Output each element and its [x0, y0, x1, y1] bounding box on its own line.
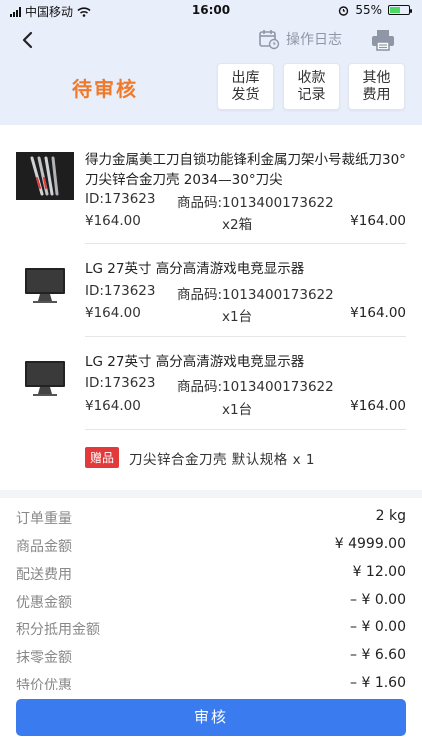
- operation-log-label: 操作日志: [286, 32, 342, 48]
- item-divider: [85, 429, 406, 430]
- printer-icon[interactable]: [370, 28, 396, 52]
- summary-label: 配送费用: [16, 567, 72, 583]
- item-divider: [85, 243, 406, 244]
- section-divider: [0, 490, 422, 498]
- battery-percent: 55%: [355, 3, 382, 17]
- item-id: ID:173623: [85, 191, 156, 207]
- item-divider: [85, 336, 406, 337]
- battery-icon: [388, 5, 412, 15]
- summary-row-weight: 订单重量 2 kg: [16, 508, 406, 528]
- summary-value: 2 kg: [375, 508, 406, 524]
- payment-record-button[interactable]: 收款 记录: [283, 63, 340, 110]
- item-price: ¥164.00: [85, 305, 141, 321]
- item-qty: x1台: [222, 402, 253, 418]
- summary-value: ¥ 12.00: [352, 564, 406, 580]
- ship-out-line2: 发货: [231, 87, 260, 103]
- gift-text: 刀尖锌合金刀壳 默认规格 x 1: [129, 451, 315, 468]
- calendar-clock-icon: [259, 30, 280, 50]
- item-name: LG 27英寸 高分高清游戏电竞显示器: [85, 261, 305, 277]
- other-fees-line2: 费用: [362, 87, 391, 103]
- item-price: ¥164.00: [85, 213, 141, 229]
- back-arrow-icon[interactable]: [20, 30, 36, 50]
- order-status-title: 待审核: [72, 77, 138, 101]
- operation-log-button[interactable]: 操作日志: [258, 28, 342, 50]
- monitor-icon: [16, 261, 74, 309]
- summary-label: 订单重量: [16, 511, 72, 527]
- gift-row: 赠品 刀尖锌合金刀壳 默认规格 x 1: [85, 447, 315, 468]
- other-fees-line1: 其他: [362, 70, 391, 86]
- summary-value: – ¥ 0.00: [350, 592, 406, 608]
- status-right: 55%: [338, 3, 412, 17]
- summary-label: 积分抵用金额: [16, 622, 100, 638]
- other-fees-button[interactable]: 其他 费用: [348, 63, 405, 110]
- summary-value: ¥ 4999.00: [334, 536, 406, 552]
- ship-out-button[interactable]: 出库 发货: [217, 63, 274, 110]
- summary-value: – ¥ 0.00: [350, 619, 406, 635]
- summary-value: – ¥ 6.60: [350, 647, 406, 663]
- summary-label: 抹零金额: [16, 650, 72, 666]
- ship-out-line1: 出库: [231, 70, 260, 86]
- summary-label: 商品金额: [16, 539, 72, 555]
- alarm-icon: [339, 5, 349, 16]
- summary-label: 优惠金额: [16, 595, 72, 611]
- item-name: 得力金属美工刀自锁功能锋利金属刀架小号裁纸刀30°刀尖锌合金刀壳 2034—30…: [85, 152, 406, 188]
- item-id: ID:173623: [85, 375, 156, 391]
- summary-row-points: 积分抵用金额 – ¥ 0.00: [16, 619, 406, 639]
- item-qty: x2箱: [222, 217, 253, 233]
- scallop-edge: [0, 120, 422, 130]
- review-button[interactable]: 审核: [16, 699, 406, 736]
- item-amount: ¥164.00: [350, 213, 406, 229]
- payment-record-line2: 记录: [297, 87, 326, 103]
- item-amount: ¥164.00: [350, 398, 406, 414]
- item-qty: x1台: [222, 309, 253, 325]
- summary-row-delivery-fee: 配送费用 ¥ 12.00: [16, 564, 406, 584]
- monitor-icon: [16, 354, 74, 402]
- summary-row-discount: 优惠金额 – ¥ 0.00: [16, 592, 406, 612]
- item-name: LG 27英寸 高分高清游戏电竞显示器: [85, 354, 305, 370]
- item-code: 商品码:1013400173622: [177, 195, 334, 211]
- payment-record-line1: 收款: [297, 70, 326, 86]
- summary-row-rounding: 抹零金额 – ¥ 6.60: [16, 647, 406, 667]
- item-amount: ¥164.00: [350, 305, 406, 321]
- item-code: 商品码:1013400173622: [177, 379, 334, 395]
- knife-set-icon: [16, 152, 74, 200]
- item-id: ID:173623: [85, 283, 156, 299]
- status-bar: 中国移动 16:00 55%: [0, 0, 422, 20]
- gift-badge: 赠品: [85, 447, 120, 468]
- summary-value: – ¥ 1.60: [350, 675, 406, 691]
- item-code: 商品码:1013400173622: [177, 287, 334, 303]
- item-price: ¥164.00: [85, 398, 141, 414]
- summary-row-goods-amount: 商品金额 ¥ 4999.00: [16, 536, 406, 556]
- battery-fill: [390, 7, 400, 13]
